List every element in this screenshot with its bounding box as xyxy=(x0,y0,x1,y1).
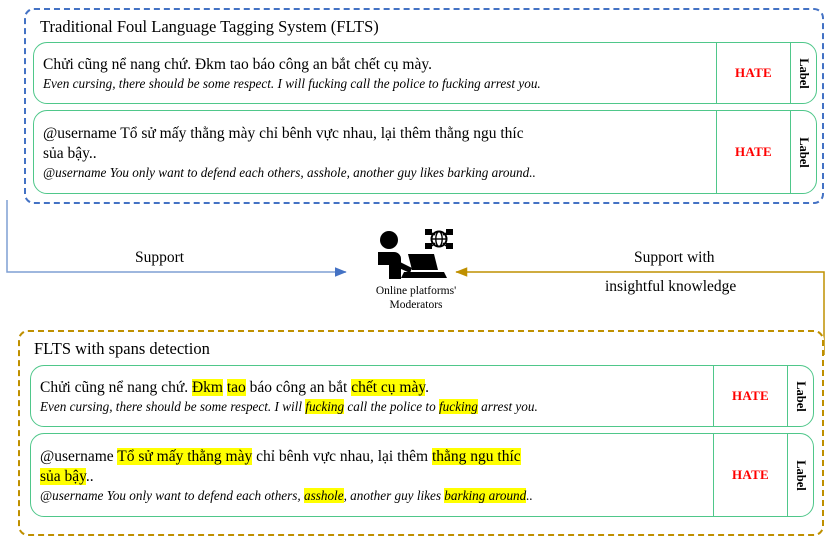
status-badge: HATE xyxy=(731,467,770,482)
column-header-label: Label xyxy=(797,57,811,89)
table-row: Chửi cũng nể nang chứ. Đkm tao báo công … xyxy=(30,365,814,427)
row-text-english: @username You only want to defend each o… xyxy=(40,487,705,505)
row-side-header-cell: Label xyxy=(787,366,813,426)
plain-span: , another guy likes xyxy=(343,487,445,503)
person-at-laptop-network-icon xyxy=(378,229,453,279)
row-text-cell: @username Tổ sử mấy thằng mày chỉ bênh v… xyxy=(34,111,716,193)
row-text-vietnamese-line-1: @username Tổ sử mấy thằng mày chỉ bênh v… xyxy=(43,124,524,142)
plain-span: chỉ bênh vực nhau, lại thêm xyxy=(252,447,432,465)
plain-span: .. xyxy=(85,467,94,485)
highlighted-span: Đkm xyxy=(191,378,223,396)
plain-span: call the police to xyxy=(344,398,439,414)
row-label-cell: HATE xyxy=(713,434,787,516)
row-text-english: Even cursing, there should be some respe… xyxy=(40,398,705,416)
row-side-header-cell: Label xyxy=(787,434,813,516)
row-text-vietnamese-line-1: @username Tổ sử mấy thằng mày chỉ bênh v… xyxy=(40,447,705,467)
row-text-english: @username You only want to defend each o… xyxy=(43,164,536,180)
flts-spans-detection-panel-title: FLTS with spans detection xyxy=(34,339,210,358)
plain-span: báo công an bắt xyxy=(245,378,352,396)
moderator-block: Online platforms' Moderators xyxy=(355,228,477,312)
table-row: Chửi cũng nể nang chứ. Đkm tao báo công … xyxy=(33,42,817,104)
plain-span: @username You only want to defend each o… xyxy=(40,487,305,503)
status-badge: HATE xyxy=(734,65,773,80)
status-badge: HATE xyxy=(734,144,773,159)
status-badge: HATE xyxy=(731,388,770,403)
row-text-english: Even cursing, there should be some respe… xyxy=(43,75,541,91)
highlighted-span: fucking xyxy=(305,398,345,414)
column-header-label: Label xyxy=(794,380,808,412)
row-text-cell: Chửi cũng nể nang chứ. Đkm tao báo công … xyxy=(34,43,716,103)
flts-spans-detection-panel: FLTS with spans detection Chửi cũng nể n… xyxy=(18,330,824,536)
plain-span: . xyxy=(425,378,429,396)
highlighted-span: thằng ngu thíc xyxy=(431,447,521,465)
highlighted-span: asshole xyxy=(304,487,344,503)
highlighted-span: chết cụ mày xyxy=(351,378,426,396)
column-header-label: Label xyxy=(797,136,811,168)
row-label-cell: HATE xyxy=(716,43,790,103)
moderator-caption-line-2: Moderators xyxy=(389,299,443,311)
table-row: @username Tổ sử mấy thằng mày chỉ bênh v… xyxy=(33,110,817,194)
plain-span: Even cursing, there should be some respe… xyxy=(40,398,306,414)
row-text-cell: Chửi cũng nể nang chứ. Đkm tao báo công … xyxy=(31,366,713,426)
row-side-header-cell: Label xyxy=(790,111,816,193)
row-text-vietnamese-line-2: sủa bậy.. xyxy=(40,467,705,487)
highlighted-span: sủa bậy xyxy=(40,467,86,485)
moderator-caption-line-1: Online platforms' xyxy=(375,285,457,297)
column-header-label: Label xyxy=(794,459,808,491)
row-text-vietnamese: Chửi cũng nể nang chứ. Đkm tao báo công … xyxy=(40,378,705,398)
plain-span: Chửi cũng nể nang chứ. xyxy=(40,378,192,396)
plain-span: arrest you. xyxy=(477,398,538,414)
traditional-flts-panel-title: Traditional Foul Language Tagging System… xyxy=(40,17,379,36)
row-text-vietnamese-line-2: sủa bậy.. xyxy=(43,144,97,162)
row-label-cell: HATE xyxy=(716,111,790,193)
highlighted-span: Tổ sử mấy thằng mày xyxy=(117,447,253,465)
insightful-knowledge-arrow-label-line-1: Support with xyxy=(634,249,715,266)
highlighted-span: tao xyxy=(226,378,246,396)
row-side-header-cell: Label xyxy=(790,43,816,103)
row-label-cell: HATE xyxy=(713,366,787,426)
highlighted-span: barking around xyxy=(444,487,527,503)
row-text-cell: @username Tổ sử mấy thằng mày chỉ bênh v… xyxy=(31,434,713,516)
plain-span: .. xyxy=(526,487,533,503)
highlighted-span: fucking xyxy=(438,398,478,414)
row-text-vietnamese: Chửi cũng nể nang chứ. Đkm tao báo công … xyxy=(43,55,432,73)
traditional-flts-panel: Traditional Foul Language Tagging System… xyxy=(24,8,824,204)
plain-span: @username xyxy=(40,447,118,465)
table-row: @username Tổ sử mấy thằng mày chỉ bênh v… xyxy=(30,433,814,517)
insightful-knowledge-arrow-label-line-2: insightful knowledge xyxy=(605,278,737,295)
support-arrow-label: Support xyxy=(135,249,185,266)
